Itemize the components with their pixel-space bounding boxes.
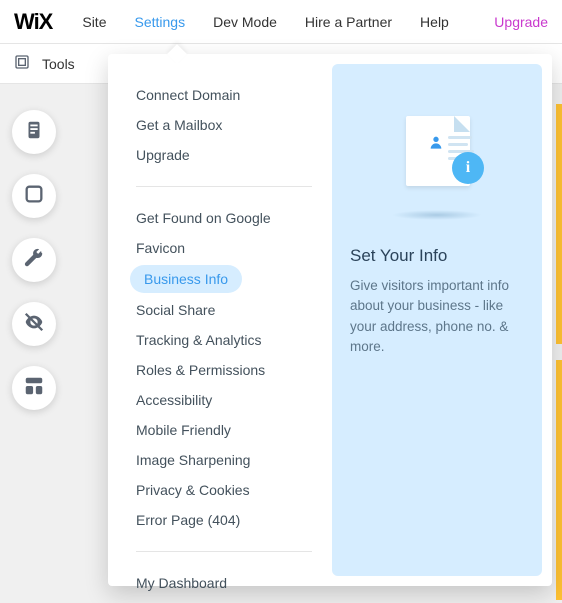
wix-logo-text: WiX [14,9,52,34]
nav-upgrade[interactable]: Upgrade [494,14,548,30]
menu-favicon[interactable]: Favicon [136,233,312,263]
menu-tracking-analytics[interactable]: Tracking & Analytics [136,325,312,355]
menu-accessibility[interactable]: Accessibility [136,385,312,415]
layout-icon [23,375,45,402]
editor-rail [12,110,56,410]
menu-privacy-cookies[interactable]: Privacy & Cookies [136,475,312,505]
settings-dropdown-panel: Connect Domain Get a Mailbox Upgrade Get… [108,54,552,586]
rail-pages-button[interactable] [12,110,56,154]
menu-get-found-google[interactable]: Get Found on Google [136,203,312,233]
canvas-section-marker [556,104,562,344]
settings-group-dashboard: My Dashboard [136,551,312,598]
menu-get-mailbox[interactable]: Get a Mailbox [136,110,312,140]
menu-business-info[interactable]: Business Info [130,265,242,293]
tools-label[interactable]: Tools [42,56,75,72]
rail-hide-button[interactable] [12,302,56,346]
settings-group-general: Connect Domain Get a Mailbox Upgrade [136,80,312,170]
menu-roles-permissions[interactable]: Roles & Permissions [136,355,312,385]
top-bar: WiX Site Settings Dev Mode Hire a Partne… [0,0,562,44]
settings-menu-list: Connect Domain Get a Mailbox Upgrade Get… [108,54,332,586]
preview-card: i Set Your Info Give visitors important … [332,64,542,576]
wix-logo[interactable]: WiX [14,9,52,35]
tools-icon [14,54,30,73]
nav-help[interactable]: Help [420,14,449,30]
wrench-icon [23,247,45,274]
menu-upgrade[interactable]: Upgrade [136,140,312,170]
info-badge-icon: i [452,152,484,184]
nav-hire-partner[interactable]: Hire a Partner [305,14,392,30]
top-nav: Site Settings Dev Mode Hire a Partner He… [82,14,472,30]
person-icon [428,134,444,150]
rail-background-button[interactable] [12,174,56,218]
settings-preview-pane: i Set Your Info Give visitors important … [332,54,552,586]
menu-image-sharpening[interactable]: Image Sharpening [136,445,312,475]
business-card-icon: i [392,116,482,188]
square-icon [23,183,45,210]
page-fold-icon [454,116,470,132]
shadow-icon [392,210,482,220]
preview-description: Give visitors important info about your … [350,276,524,357]
nav-devmode[interactable]: Dev Mode [213,14,277,30]
rail-layout-button[interactable] [12,366,56,410]
nav-settings[interactable]: Settings [134,14,185,30]
nav-site[interactable]: Site [82,14,106,30]
preview-title: Set Your Info [350,246,524,266]
menu-social-share[interactable]: Social Share [136,295,312,325]
page-icon [23,119,45,146]
menu-connect-domain[interactable]: Connect Domain [136,80,312,110]
canvas-section-marker [556,360,562,600]
eye-off-icon [23,311,45,338]
menu-error-page[interactable]: Error Page (404) [136,505,312,535]
menu-mobile-friendly[interactable]: Mobile Friendly [136,415,312,445]
menu-my-dashboard[interactable]: My Dashboard [136,568,312,598]
settings-group-site: Get Found on Google Favicon Business Inf… [136,186,312,535]
rail-tools-button[interactable] [12,238,56,282]
preview-illustration: i [350,82,524,222]
